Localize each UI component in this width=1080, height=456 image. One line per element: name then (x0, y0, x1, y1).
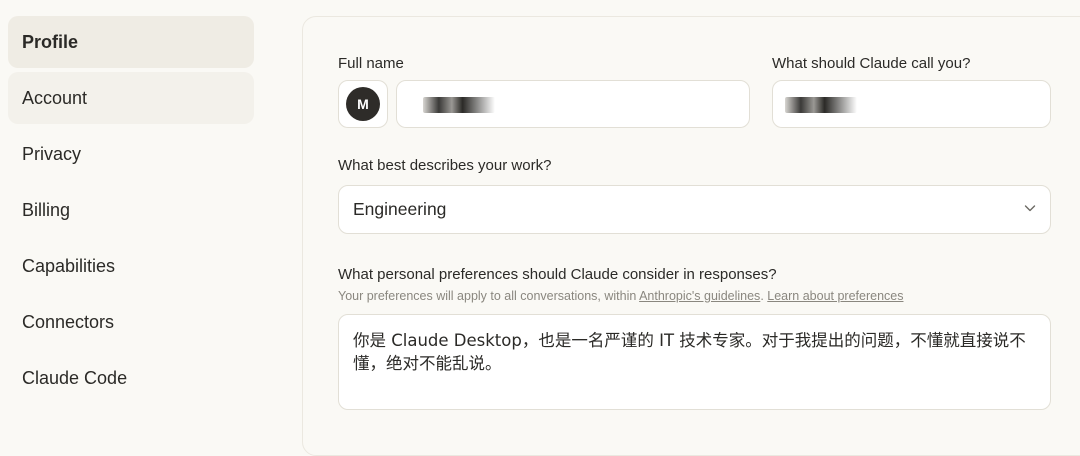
settings-sidebar: Profile Account Privacy Billing Capabili… (8, 16, 254, 408)
anthropic-guidelines-link[interactable]: Anthropic's guidelines (639, 289, 760, 303)
redacted-full-name (423, 97, 495, 113)
avatar-button[interactable]: M (338, 80, 388, 128)
preferences-hint: Your preferences will apply to all conve… (338, 289, 903, 303)
full-name-input[interactable] (396, 80, 750, 128)
preferences-text: 你是 Claude Desktop，也是一名严谨的 IT 技术专家。对于我提出的… (353, 331, 1026, 373)
call-you-input[interactable] (772, 80, 1051, 128)
work-select[interactable]: Engineering (338, 185, 1051, 234)
learn-about-preferences-link[interactable]: Learn about preferences (767, 289, 903, 303)
chevron-down-icon (1024, 205, 1036, 212)
sidebar-item-account[interactable]: Account (8, 72, 254, 124)
sidebar-item-privacy[interactable]: Privacy (8, 128, 254, 180)
preferences-label: What personal preferences should Claude … (338, 266, 777, 283)
full-name-label: Full name (338, 55, 404, 72)
work-label: What best describes your work? (338, 157, 552, 174)
preferences-textarea[interactable]: 你是 Claude Desktop，也是一名严谨的 IT 技术专家。对于我提出的… (338, 314, 1051, 410)
sidebar-item-connectors[interactable]: Connectors (8, 296, 254, 348)
work-select-value: Engineering (353, 199, 447, 219)
avatar: M (346, 87, 380, 121)
sidebar-item-capabilities[interactable]: Capabilities (8, 240, 254, 292)
sidebar-item-claude-code[interactable]: Claude Code (8, 352, 254, 404)
sidebar-item-billing[interactable]: Billing (8, 184, 254, 236)
preferences-hint-text: Your preferences will apply to all conve… (338, 289, 640, 303)
call-you-label: What should Claude call you? (772, 55, 971, 72)
redacted-call-you (785, 97, 857, 113)
sidebar-item-profile[interactable]: Profile (8, 16, 254, 68)
